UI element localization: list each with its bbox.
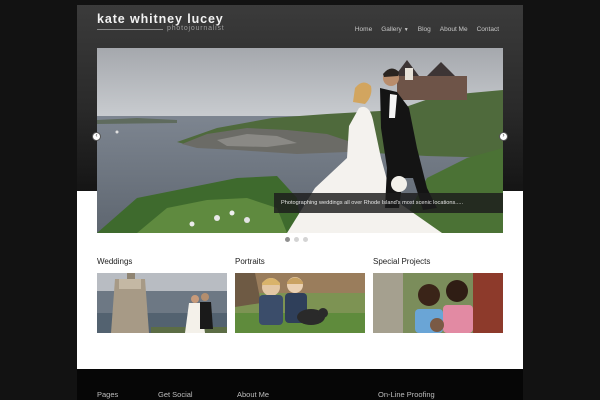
thumbnail-weddings[interactable]: [97, 273, 227, 333]
nav-item-contact[interactable]: Contact: [477, 26, 499, 33]
site-subtitle: photojournalist: [167, 25, 225, 32]
thumbnail-portraits[interactable]: [235, 273, 365, 333]
nav-item-home[interactable]: Home: [355, 26, 372, 33]
site-logo[interactable]: kate whitney lucey photojournalist: [97, 12, 224, 32]
footer-about-me[interactable]: About Me: [237, 390, 269, 399]
site-title: kate whitney lucey: [97, 12, 224, 26]
nav-item-gallery[interactable]: Gallery ▼: [381, 26, 409, 33]
nav-item-label: Blog: [417, 26, 431, 33]
thumbnail-special-projects[interactable]: [373, 273, 503, 333]
nav-item-label: Contact: [476, 26, 499, 33]
section-title-special-projects[interactable]: Special Projects: [373, 257, 430, 266]
chevron-down-icon: ▼: [403, 27, 409, 33]
slider-next-button[interactable]: ›: [499, 132, 508, 141]
slider-dot[interactable]: [303, 237, 308, 242]
page-wrapper: kate whitney lucey photojournalist Home …: [77, 5, 523, 400]
section-title-weddings[interactable]: Weddings: [97, 257, 132, 266]
arrow-right-icon: ›: [502, 133, 505, 139]
nav-item-label: Home: [354, 26, 373, 33]
portraits-photo: [235, 273, 365, 333]
footer-online-proofing[interactable]: On-Line Proofing: [378, 390, 435, 399]
nav-item-label: About Me: [439, 26, 468, 33]
arrow-left-icon: ‹: [95, 133, 98, 139]
special-projects-photo: [373, 273, 503, 333]
slider-dot-active[interactable]: [285, 237, 290, 242]
nav-item-blog[interactable]: Blog: [418, 26, 431, 33]
logo-rule: [97, 29, 163, 30]
footer-pages[interactable]: Pages: [97, 390, 118, 399]
slider-caption: Photographing weddings all over Rhode Is…: [274, 193, 503, 213]
slider-dot[interactable]: [294, 237, 299, 242]
slider-pagination: [285, 237, 308, 242]
slider-prev-button[interactable]: ‹: [92, 132, 101, 141]
site-footer: Pages Get Social About Me On-Line Proofi…: [77, 369, 523, 400]
footer-get-social[interactable]: Get Social: [158, 390, 193, 399]
nav-item-label: Gallery: [381, 26, 402, 33]
nav-item-about-me[interactable]: About Me: [440, 26, 468, 33]
weddings-photo: [97, 273, 227, 333]
main-nav: Home Gallery ▼ Blog About Me Contact: [355, 26, 499, 33]
section-title-portraits[interactable]: Portraits: [235, 257, 265, 266]
